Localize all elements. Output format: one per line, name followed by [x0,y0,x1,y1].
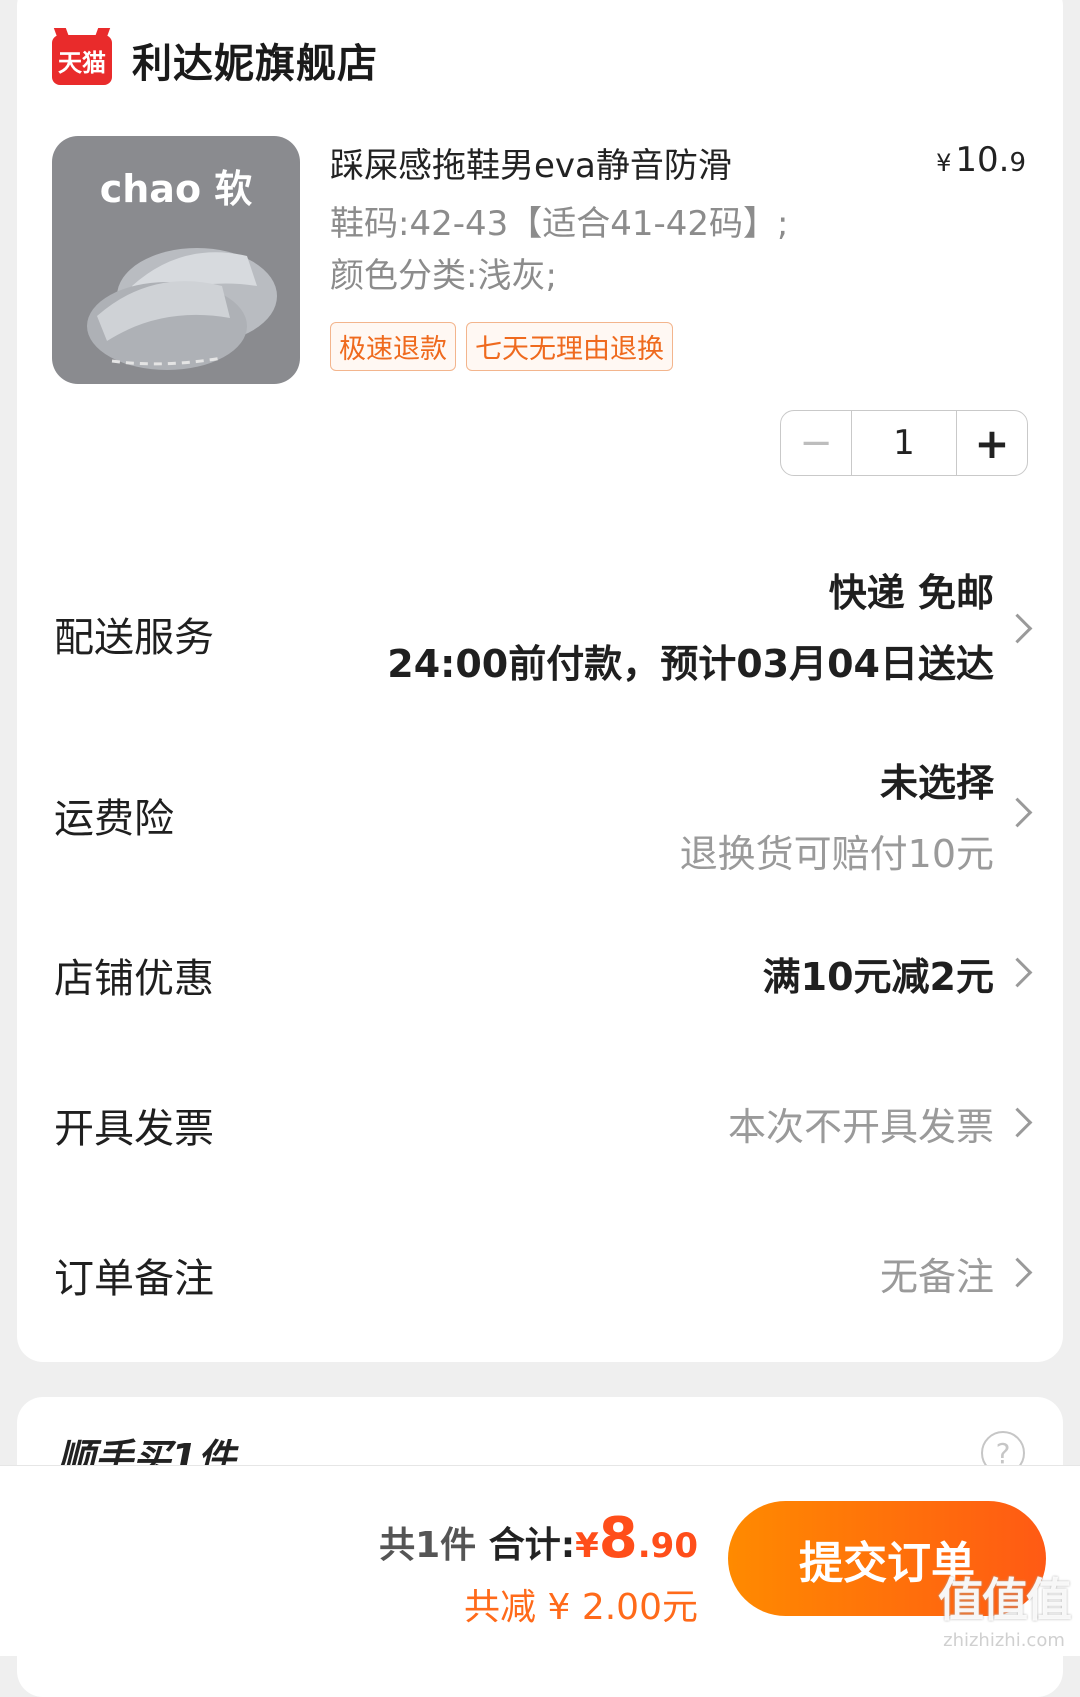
tmall-logo: 天猫 [52,35,112,85]
store-name: 利达妮旗舰店 [132,41,378,87]
quantity-value[interactable]: 1 [851,411,957,475]
watermark: 值值值 zhizhizhi.com [938,1564,1072,1651]
total-symbol: ¥ [575,1526,599,1566]
saved-amount: 共减 ¥ 2.00元 [464,1587,698,1628]
note-value[interactable]: 无备注 [880,1246,994,1301]
product-spec-size[interactable]: 鞋码:42-43【适合41-42码】; [330,196,789,245]
invoice-value[interactable]: 本次不开具发票 [728,1096,994,1151]
delivery-eta: 24:00前付款，预计03月04日送达 [387,642,994,686]
discount-label: 店铺优惠 [54,956,214,1002]
product-title[interactable]: 踩屎感拖鞋男eva静音防滑 [330,138,732,187]
price-dec: 9 [1009,148,1026,178]
total-dec: .90 [637,1526,698,1566]
delivery-method: 快递 免邮 [828,571,994,615]
checkout-bar: 共1件 合计:¥8.90 共减 ¥ 2.00元 提交订单 值值值 zhizhiz… [0,1465,1080,1656]
quantity-stepper[interactable]: − 1 + [780,410,1028,476]
note-label: 订单备注 [54,1256,214,1302]
product-price: ¥10.9 [936,140,1026,180]
total-int: 8 [598,1506,638,1571]
price-symbol: ¥ [936,149,952,177]
tag-fast-refund: 极速退款 [330,322,456,371]
price-int: 10. [955,140,1010,180]
discount-value[interactable]: 满10元减2元 [763,946,994,1001]
watermark-logo: 值值值 [938,1573,1072,1627]
product-image[interactable]: chao 软 [52,136,300,384]
tag-7day-return: 七天无理由退换 [466,322,673,371]
delivery-value[interactable]: 快递 免邮 24:00前付款，预计03月04日送达 [387,562,994,688]
delivery-label: 配送服务 [54,615,214,661]
total-amount: ¥8.90 [575,1506,698,1571]
slipper-illustration [87,248,277,370]
quantity-plus-button[interactable]: + [957,411,1027,475]
insurance-desc: 退换货可赔付10元 [679,832,994,876]
item-count: 共1件 [379,1525,477,1566]
watermark-url: zhizhizhi.com [943,1630,1065,1651]
store-header[interactable]: 天猫 利达妮旗舰店 [52,30,378,90]
order-total: 共1件 合计:¥8.90 [379,1506,698,1571]
invoice-label: 开具发票 [54,1106,214,1152]
service-tags: 极速退款 七天无理由退换 [330,322,673,371]
insurance-label: 运费险 [54,796,174,842]
total-label: 合计: [488,1525,576,1566]
insurance-value[interactable]: 未选择 退换货可赔付10元 [680,752,994,878]
product-spec-color[interactable]: 颜色分类:浅灰; [330,248,557,297]
insurance-status: 未选择 [879,761,994,805]
quantity-minus-button[interactable]: − [781,411,851,475]
